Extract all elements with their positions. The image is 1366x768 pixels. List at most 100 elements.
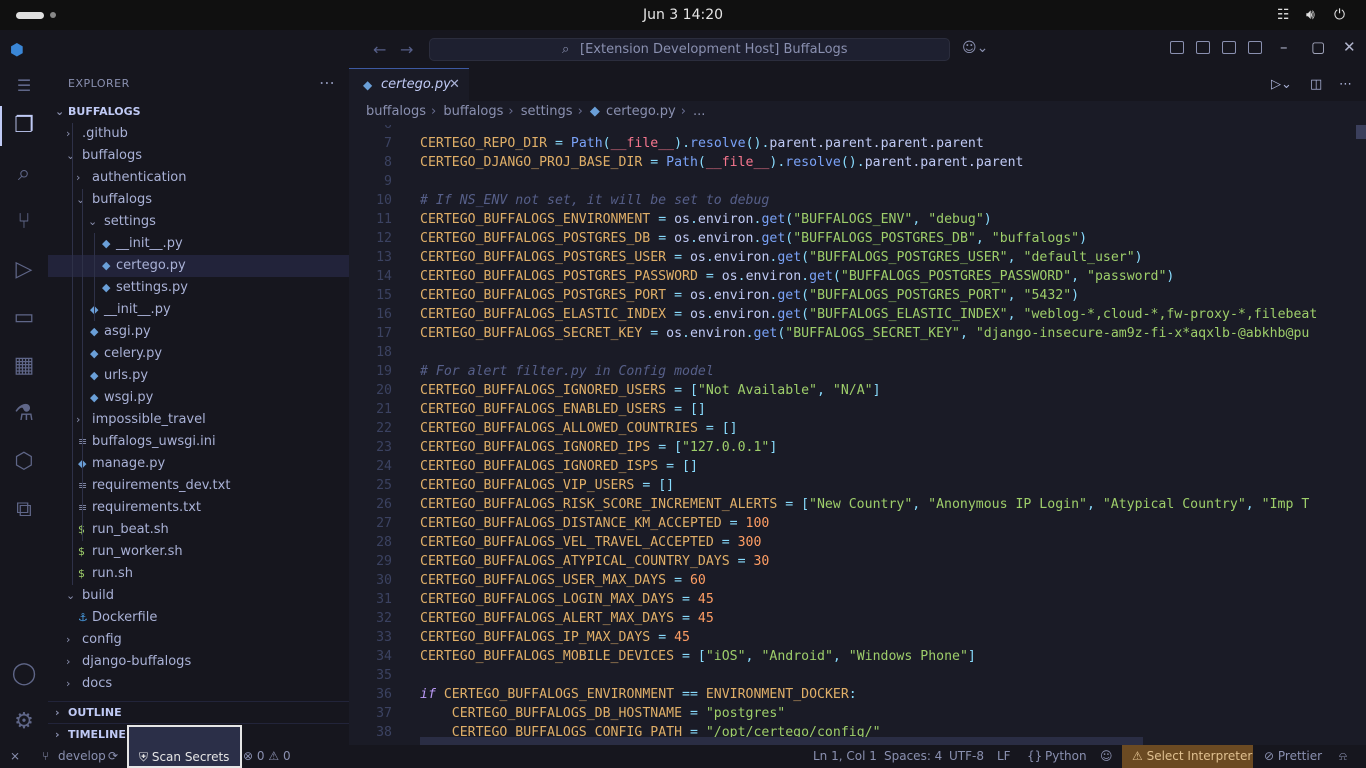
- outline-section[interactable]: › OUTLINE: [48, 701, 349, 723]
- code-line[interactable]: 8 CERTEGO_DJANGO_PROJ_BASE_DIR = Path(__f…: [349, 153, 1354, 172]
- more-actions-icon[interactable]: ⋯: [319, 73, 335, 92]
- breadcrumb-item[interactable]: certego.py: [606, 104, 676, 119]
- prettier-status[interactable]: ⊘ Prettier: [1264, 749, 1322, 763]
- problems-indicator[interactable]: ⊗ 0 ⚠ 0: [243, 749, 291, 763]
- file-item[interactable]: ◆ urls.py: [48, 365, 349, 387]
- code-line[interactable]: 16 CERTEGO_BUFFALOGS_ELASTIC_INDEX = os.e…: [349, 305, 1354, 324]
- language-mode[interactable]: Python: [1045, 749, 1087, 763]
- toggle-primary-sidebar-icon[interactable]: [1196, 41, 1210, 54]
- file-item[interactable]: $ run_worker.sh: [48, 541, 349, 563]
- minimize-icon[interactable]: –: [1280, 38, 1288, 56]
- split-editor-icon[interactable]: ◫: [1310, 77, 1322, 92]
- file-item[interactable]: $ run.sh: [48, 563, 349, 585]
- code-line[interactable]: 21 CERTEGO_BUFFALOGS_ENABLED_USERS = []: [349, 400, 1354, 419]
- folder-item[interactable]: › impossible_travel: [48, 409, 349, 431]
- scan-secrets-button[interactable]: ⛨ Scan Secrets: [127, 725, 242, 768]
- close-window-icon[interactable]: ✕: [1343, 38, 1356, 56]
- breadcrumb-item[interactable]: settings: [521, 104, 573, 119]
- copilot-icon[interactable]: ☺⌄: [962, 40, 988, 56]
- settings-gear-icon[interactable]: ⚙: [10, 708, 38, 736]
- code-line[interactable]: 9: [349, 172, 1354, 191]
- code-line[interactable]: 27 CERTEGO_BUFFALOGS_DISTANCE_KM_ACCEPTED…: [349, 514, 1354, 533]
- command-center[interactable]: ⌕ [Extension Development Host] BuffaLogs: [429, 38, 950, 61]
- code-line[interactable]: 31 CERTEGO_BUFFALOGS_LOGIN_MAX_DAYS = 45: [349, 590, 1354, 609]
- branch-name[interactable]: develop: [58, 749, 106, 763]
- file-item[interactable]: ≡requirements.txt: [48, 497, 349, 519]
- file-item[interactable]: ≡requirements_dev.txt: [48, 475, 349, 497]
- code-editor[interactable]: 6 7 CERTEGO_REPO_DIR = Path(__file__).reso…: [349, 125, 1354, 745]
- code-line[interactable]: 32 CERTEGO_BUFFALOGS_ALERT_MAX_DAYS = 45: [349, 609, 1354, 628]
- search-view-icon[interactable]: ⌕: [10, 160, 38, 188]
- maximize-icon[interactable]: ▢: [1311, 38, 1325, 56]
- copilot-status-icon[interactable]: ☺: [1100, 749, 1113, 763]
- folder-item[interactable]: › .github: [48, 123, 349, 145]
- code-line[interactable]: 7 CERTEGO_REPO_DIR = Path(__file__).resol…: [349, 134, 1354, 153]
- folder-item[interactable]: ⌄ build: [48, 585, 349, 607]
- folder-item[interactable]: › config: [48, 629, 349, 651]
- breadcrumb-item[interactable]: buffalogs: [443, 104, 503, 119]
- code-line[interactable]: 35: [349, 666, 1354, 685]
- indentation[interactable]: Spaces: 4: [884, 749, 942, 763]
- workspace-root[interactable]: ⌄ BUFFALOGS: [48, 101, 349, 123]
- code-line[interactable]: 34 CERTEGO_BUFFALOGS_MOBILE_DEVICES = ["i…: [349, 647, 1354, 666]
- folder-item[interactable]: ⌄ settings: [48, 211, 349, 233]
- code-line[interactable]: 37 CERTEGO_BUFFALOGS_DB_HOSTNAME = "post…: [349, 704, 1354, 723]
- folder-item[interactable]: › authentication: [48, 167, 349, 189]
- more-editor-actions-icon[interactable]: ⋯: [1339, 77, 1352, 92]
- forward-icon[interactable]: →: [400, 40, 413, 59]
- code-line[interactable]: 15 CERTEGO_BUFFALOGS_POSTGRES_PORT = os.e…: [349, 286, 1354, 305]
- end-of-line[interactable]: LF: [997, 749, 1011, 763]
- code-line[interactable]: 14 CERTEGO_BUFFALOGS_POSTGRES_PASSWORD = …: [349, 267, 1354, 286]
- close-tab-icon[interactable]: ✕: [449, 77, 460, 92]
- folder-item[interactable]: › docs: [48, 673, 349, 695]
- remote-explorer-icon[interactable]: ▭: [10, 304, 38, 332]
- explorer-icon[interactable]: ❐: [10, 112, 38, 140]
- file-item[interactable]: ◆ wsgi.py: [48, 387, 349, 409]
- encoding[interactable]: UTF-8: [949, 749, 984, 763]
- code-line[interactable]: 18: [349, 343, 1354, 362]
- clock[interactable]: Jun 3 14:20: [0, 7, 1366, 23]
- code-line[interactable]: 13 CERTEGO_BUFFALOGS_POSTGRES_USER = os.e…: [349, 248, 1354, 267]
- code-line[interactable]: 10 # If NS_ENV not set, it will be set to…: [349, 191, 1354, 210]
- code-line[interactable]: 36 if CERTEGO_BUFFALOGS_ENVIRONMENT == EN…: [349, 685, 1354, 704]
- file-item[interactable]: ≡buffalogs_uwsgi.ini: [48, 431, 349, 453]
- code-line[interactable]: 6: [349, 125, 1354, 134]
- account-icon[interactable]: ◯: [10, 660, 38, 688]
- code-line[interactable]: 33 CERTEGO_BUFFALOGS_IP_MAX_DAYS = 45: [349, 628, 1354, 647]
- menu-icon[interactable]: ☰: [10, 72, 38, 100]
- code-line[interactable]: 12 CERTEGO_BUFFALOGS_POSTGRES_DB = os.env…: [349, 229, 1354, 248]
- file-item[interactable]: ⚓ Dockerfile: [48, 607, 349, 629]
- file-item[interactable]: ◆ celery.py: [48, 343, 349, 365]
- code-line[interactable]: 29 CERTEGO_BUFFALOGS_ATYPICAL_COUNTRY_DAY…: [349, 552, 1354, 571]
- code-line[interactable]: 22 CERTEGO_BUFFALOGS_ALLOWED_COUNTRIES = …: [349, 419, 1354, 438]
- containers-icon[interactable]: ⬡: [10, 448, 38, 476]
- remote-icon[interactable]: ⧉: [10, 496, 38, 524]
- notifications-bell-icon[interactable]: ⍾: [1339, 749, 1347, 764]
- volume-icon[interactable]: 🔊︎: [1306, 7, 1315, 23]
- extensions-icon[interactable]: ▦: [10, 352, 38, 380]
- sync-icon[interactable]: ⟳: [108, 749, 118, 763]
- cursor-position[interactable]: Ln 1, Col 1: [813, 749, 877, 763]
- code-line[interactable]: 30 CERTEGO_BUFFALOGS_USER_MAX_DAYS = 60: [349, 571, 1354, 590]
- horizontal-scrollbar[interactable]: [420, 737, 1143, 745]
- code-line[interactable]: 24 CERTEGO_BUFFALOGS_IGNORED_ISPS = []: [349, 457, 1354, 476]
- testing-icon[interactable]: ⚗: [10, 400, 38, 428]
- code-line[interactable]: 17 CERTEGO_BUFFALOGS_SECRET_KEY = os.envi…: [349, 324, 1354, 343]
- tab-certego-py[interactable]: ◆ certego.py ✕: [349, 68, 469, 101]
- toggle-secondary-sidebar-icon[interactable]: [1248, 41, 1262, 54]
- network-icon[interactable]: ☷: [1277, 7, 1290, 23]
- customize-layout-icon[interactable]: [1170, 41, 1184, 54]
- file-item[interactable]: ◆ asgi.py: [48, 321, 349, 343]
- power-icon[interactable]: ⏻: [1334, 7, 1345, 23]
- run-debug-icon[interactable]: ▷: [10, 256, 38, 284]
- folder-item[interactable]: › django-buffalogs: [48, 651, 349, 673]
- breadcrumb-item[interactable]: buffalogs: [366, 104, 426, 119]
- run-file-icon[interactable]: ▷⌄: [1271, 77, 1292, 92]
- code-line[interactable]: 11 CERTEGO_BUFFALOGS_ENVIRONMENT = os.env…: [349, 210, 1354, 229]
- folder-item[interactable]: ⌄ buffalogs: [48, 145, 349, 167]
- select-interpreter-button[interactable]: ⚠ Select Interpreter: [1122, 745, 1253, 768]
- folder-item[interactable]: ⌄ buffalogs: [48, 189, 349, 211]
- file-item[interactable]: ◆manage.py: [48, 453, 349, 475]
- code-line[interactable]: 26 CERTEGO_BUFFALOGS_RISK_SCORE_INCREMENT…: [349, 495, 1354, 514]
- code-line[interactable]: 20 CERTEGO_BUFFALOGS_IGNORED_USERS = ["No…: [349, 381, 1354, 400]
